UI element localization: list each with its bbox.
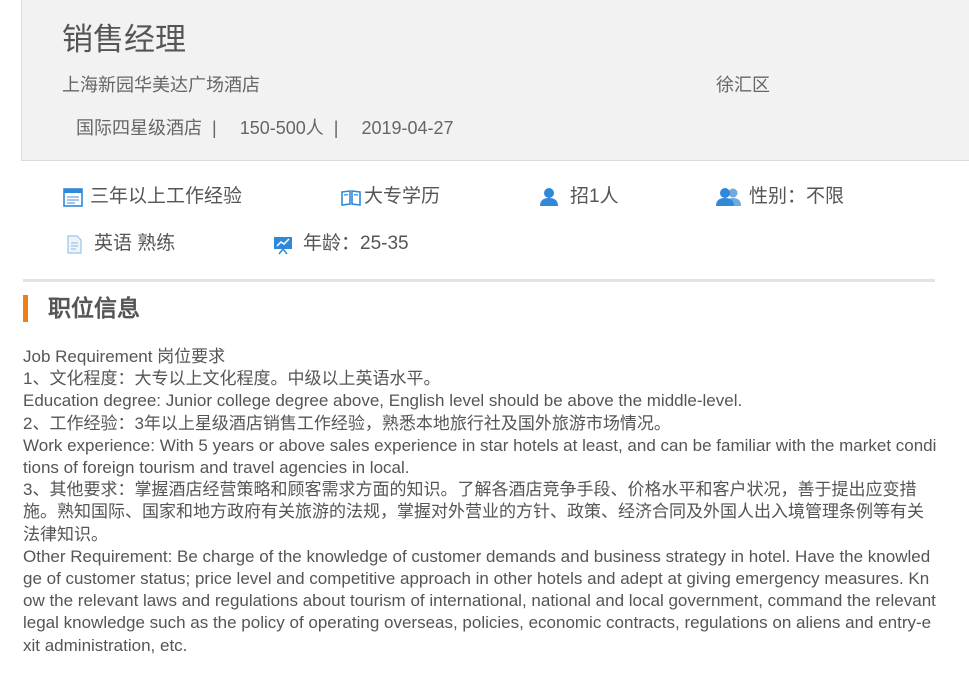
experience-label: 三年以上工作经验 bbox=[90, 186, 243, 207]
gender-attr: 性别：不限 bbox=[715, 184, 844, 210]
book-icon bbox=[340, 186, 362, 208]
age-label: 年龄：25-35 bbox=[303, 233, 409, 254]
headcount-label: 招1人 bbox=[570, 186, 619, 207]
gender-label: 性别：不限 bbox=[749, 186, 845, 207]
separator: | bbox=[333, 118, 339, 138]
job-title: 销售经理 bbox=[62, 22, 186, 57]
description-line: Other Requirement: Be charge of the know… bbox=[23, 546, 936, 655]
description-line: Work experience: With 5 years or above s… bbox=[23, 435, 937, 478]
section-title: 职位信息 bbox=[48, 295, 140, 321]
description-line: 2、工作经验：3年以上星级酒店销售工作经验，熟悉本地旅行社及国外旅游市场情况。 bbox=[23, 413, 671, 433]
document-icon bbox=[64, 233, 84, 255]
separator: | bbox=[212, 118, 217, 138]
company-name[interactable]: 上海新园华美达广场酒店 bbox=[62, 73, 260, 97]
description-line: Education degree: Junior college degree … bbox=[23, 391, 743, 411]
description-line: 3、其他要求：掌握酒店经营策略和顾客需求方面的知识。了解各酒店竞争手段、价格水平… bbox=[23, 480, 924, 544]
section-accent-bar bbox=[23, 295, 28, 322]
post-date: 2019-04-27 bbox=[361, 118, 454, 138]
headcount-attr: 招1人 bbox=[538, 184, 619, 210]
company-meta-row: 国际四星级酒店 | 150-500人 | 2019-04-27 bbox=[76, 116, 454, 140]
experience-attr: 三年以上工作经验 bbox=[62, 184, 242, 210]
education-label: 大专学历 bbox=[364, 186, 441, 207]
presentation-icon bbox=[272, 233, 294, 255]
job-description: Job Requirement 岗位要求 1、文化程度：大专以上文化程度。中级以… bbox=[23, 346, 938, 657]
person-icon bbox=[538, 186, 560, 208]
age-attr: 年龄：25-35 bbox=[272, 231, 409, 257]
district-label: 徐汇区 bbox=[716, 75, 770, 95]
description-line: 1、文化程度：大专以上文化程度。中级以上英语水平。 bbox=[23, 369, 441, 389]
description-line: Job Requirement 岗位要求 bbox=[23, 347, 226, 366]
people-icon bbox=[715, 186, 743, 208]
language-label: 英语 熟练 bbox=[94, 233, 176, 254]
hotel-type: 国际四星级酒店 bbox=[76, 118, 202, 138]
language-attr: 英语 熟练 bbox=[64, 231, 175, 257]
company-size: 150-500人 bbox=[239, 118, 324, 138]
section-divider bbox=[23, 279, 935, 282]
calendar-icon bbox=[62, 186, 84, 208]
education-attr: 大专学历 bbox=[340, 184, 440, 210]
